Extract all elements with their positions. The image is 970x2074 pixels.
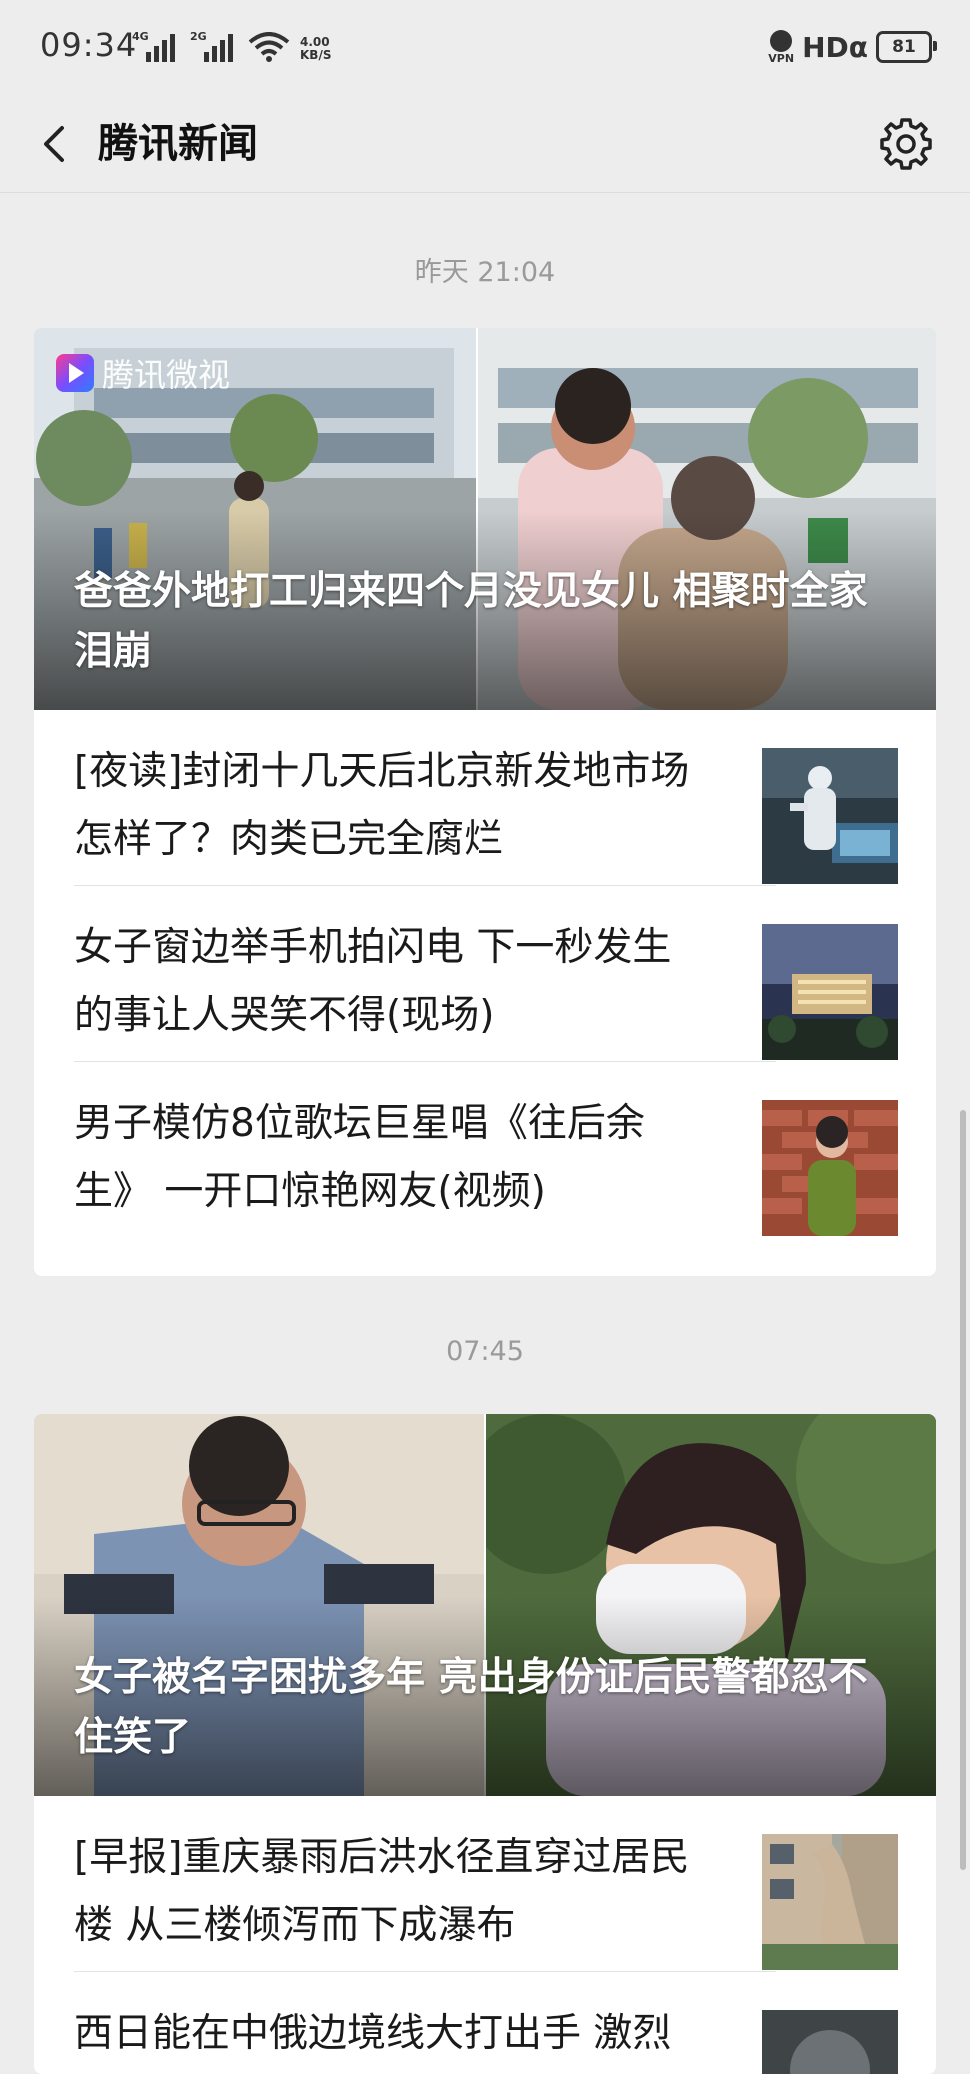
list-item[interactable]: 西日能在中俄边境线大打出手 激烈: [34, 1972, 936, 2074]
wifi-icon: [248, 32, 290, 62]
list-item[interactable]: 男子模仿8位歌坛巨星唱《往后余生》 一开口惊艳网友(视频): [34, 1062, 936, 1238]
item-thumbnail: [762, 924, 898, 1060]
weishi-logo-icon: [56, 354, 94, 392]
chevron-left-icon[interactable]: [28, 116, 84, 172]
item-thumbnail: [762, 2010, 898, 2074]
list-item[interactable]: 女子窗边举手机拍闪电 下一秒发生的事让人哭笑不得(现场): [34, 886, 936, 1062]
item-thumbnail: [762, 748, 898, 884]
news-card: 女子被名字困扰多年 亮出身份证后民警都忍不住笑了 [早报]重庆暴雨后洪水径直穿过…: [34, 1414, 936, 2074]
time-label: 昨天 21:04: [414, 257, 556, 288]
news-card: 腾讯微视 爸爸外地打工归来四个月没见女儿 相聚时全家泪崩 [夜读]封闭十几天后北…: [34, 328, 936, 1276]
app-header: 腾讯新闻: [0, 96, 970, 193]
item-title: [早报]重庆暴雨后洪水径直穿过居民楼 从三楼倾泻而下成瀑布: [74, 1835, 690, 1948]
item-title: 男子模仿8位歌坛巨星唱《往后余生》 一开口惊艳网友(视频): [74, 1101, 645, 1214]
item-thumbnail: [762, 1834, 898, 1970]
brand-watermark: 腾讯微视: [56, 350, 230, 396]
time-label: 07:45: [446, 1336, 524, 1367]
status-bar: 09:34 4G 2G 4.00 KB/S VPN HDα 81: [0, 0, 970, 96]
hero-article[interactable]: 女子被名字困扰多年 亮出身份证后民警都忍不住笑了: [34, 1414, 936, 1796]
net-speed: 4.00 KB/S: [300, 35, 332, 62]
item-title: 西日能在中俄边境线大打出手 激烈: [74, 2011, 672, 2056]
item-thumbnail: [762, 1100, 898, 1236]
hd-label: HDα: [802, 30, 868, 64]
item-title: 女子窗边举手机拍闪电 下一秒发生的事让人哭笑不得(现场): [74, 925, 672, 1038]
hero-title: 女子被名字困扰多年 亮出身份证后民警都忍不住笑了: [74, 1655, 868, 1760]
signal-2g-icon: 2G: [190, 30, 238, 62]
signal-4g-icon: 4G: [132, 30, 180, 62]
status-time: 09:34: [40, 26, 138, 64]
scrollbar[interactable]: [960, 1110, 966, 1870]
list-item[interactable]: [早报]重庆暴雨后洪水径直穿过居民楼 从三楼倾泻而下成瀑布: [34, 1796, 936, 1972]
battery-icon: 81: [876, 31, 937, 63]
hero-title: 爸爸外地打工归来四个月没见女儿 相聚时全家泪崩: [74, 569, 868, 674]
page-title: 腾讯新闻: [98, 121, 258, 167]
hero-article[interactable]: 腾讯微视 爸爸外地打工归来四个月没见女儿 相聚时全家泪崩: [34, 328, 936, 710]
list-item[interactable]: [夜读]封闭十几天后北京新发地市场怎样了？肉类已完全腐烂: [34, 710, 936, 886]
vpn-icon: VPN: [768, 30, 794, 64]
item-title: [夜读]封闭十几天后北京新发地市场怎样了？肉类已完全腐烂: [74, 749, 690, 862]
gear-icon[interactable]: [876, 114, 936, 174]
